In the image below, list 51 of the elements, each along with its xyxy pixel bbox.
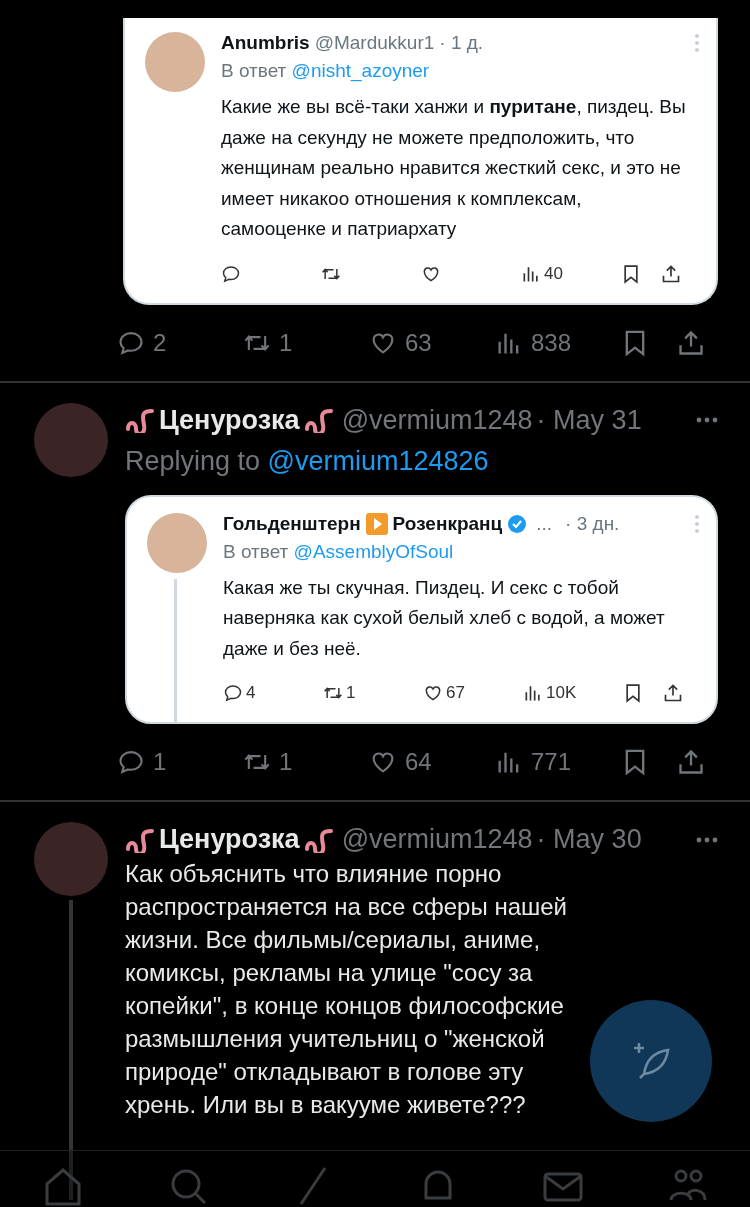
- post-date: · 3 дн.: [565, 512, 620, 535]
- heart-icon[interactable]: [423, 683, 443, 703]
- bookmark-icon[interactable]: [623, 683, 643, 703]
- author-handle: @vermium1248: [341, 404, 533, 436]
- post-text: Какая же ты скучная. Пиздец. И секс с тобой наверняка как сухой белый хлеб с водой, а может даже и без неё.: [223, 575, 666, 661]
- worm-icon: [125, 407, 155, 433]
- action-count: 40: [544, 263, 563, 284]
- post-date: · 1 д.: [439, 32, 484, 54]
- truncation-text: ...: [536, 512, 553, 535]
- reply-mention-link[interactable]: @AssemblyOfSoul: [293, 540, 454, 562]
- author-name: Ценурозка: [159, 404, 300, 436]
- reply-icon[interactable]: [221, 263, 241, 284]
- author-handle: @Mardukkur1: [314, 32, 435, 54]
- action-count: 838: [531, 328, 572, 357]
- bookmark-icon[interactable]: [621, 263, 641, 284]
- reply-mention-link[interactable]: @vermium124826: [267, 445, 489, 476]
- reply-label: В ответ: [221, 60, 287, 81]
- reply-label: В ответ: [223, 540, 289, 562]
- action-count: 10K: [546, 683, 577, 703]
- bar-chart-icon[interactable]: [523, 683, 543, 703]
- avatar-placeholder: [145, 32, 205, 92]
- worm-icon: [303, 407, 334, 433]
- author-name: Гольденштерн: [223, 512, 361, 535]
- action-count: 771: [531, 748, 572, 776]
- action-count: 67: [446, 683, 465, 703]
- reply-mention-link[interactable]: @nisht_azoyner: [291, 60, 430, 81]
- action-count: 1: [279, 748, 293, 776]
- post-date: · May 30: [536, 824, 642, 855]
- author-name: Anumbris: [221, 32, 310, 54]
- post-date: · May 31: [536, 404, 642, 436]
- action-count: 4: [246, 683, 256, 703]
- replying-label: Replying to: [125, 445, 261, 476]
- play-icon: [365, 512, 388, 535]
- action-count: 1: [346, 683, 356, 703]
- share-icon[interactable]: [663, 683, 683, 703]
- action-count: 63: [405, 328, 432, 357]
- author-name: Розенкранц: [392, 512, 503, 535]
- action-count: 1: [153, 748, 167, 776]
- worm-icon: [125, 826, 155, 853]
- more-icon[interactable]: [696, 417, 718, 423]
- author-handle: @vermium1248: [341, 824, 533, 855]
- post-text: Как объяснить что влияние порно распространяется на все сферы нашей жизни. Все фильмы/сериалы, аниме, комиксы, рекламы на улице "сосу за копейки", в конце концов философские размышления учительниц о "женской природе" откладывают в голове эту хрень. Или вы в вакууме живете???: [125, 859, 568, 1120]
- share-icon[interactable]: [661, 263, 681, 284]
- action-count: 64: [405, 748, 432, 776]
- worm-icon: [303, 826, 334, 853]
- author-name: Ценурозка: [159, 824, 300, 855]
- more-icon[interactable]: [696, 836, 718, 843]
- action-count: 1: [279, 328, 293, 357]
- post-text: Какие же вы всё-таки ханжи и пуритане, пиздец. Вы даже на секунду не можете предположить, что женщинам реально нравится жесткий секс, и это не имеет никакоо отношения к комплексам, самооценке и патриархату: [221, 95, 687, 241]
- action-count: 2: [153, 328, 167, 357]
- reply-icon[interactable]: [223, 683, 243, 703]
